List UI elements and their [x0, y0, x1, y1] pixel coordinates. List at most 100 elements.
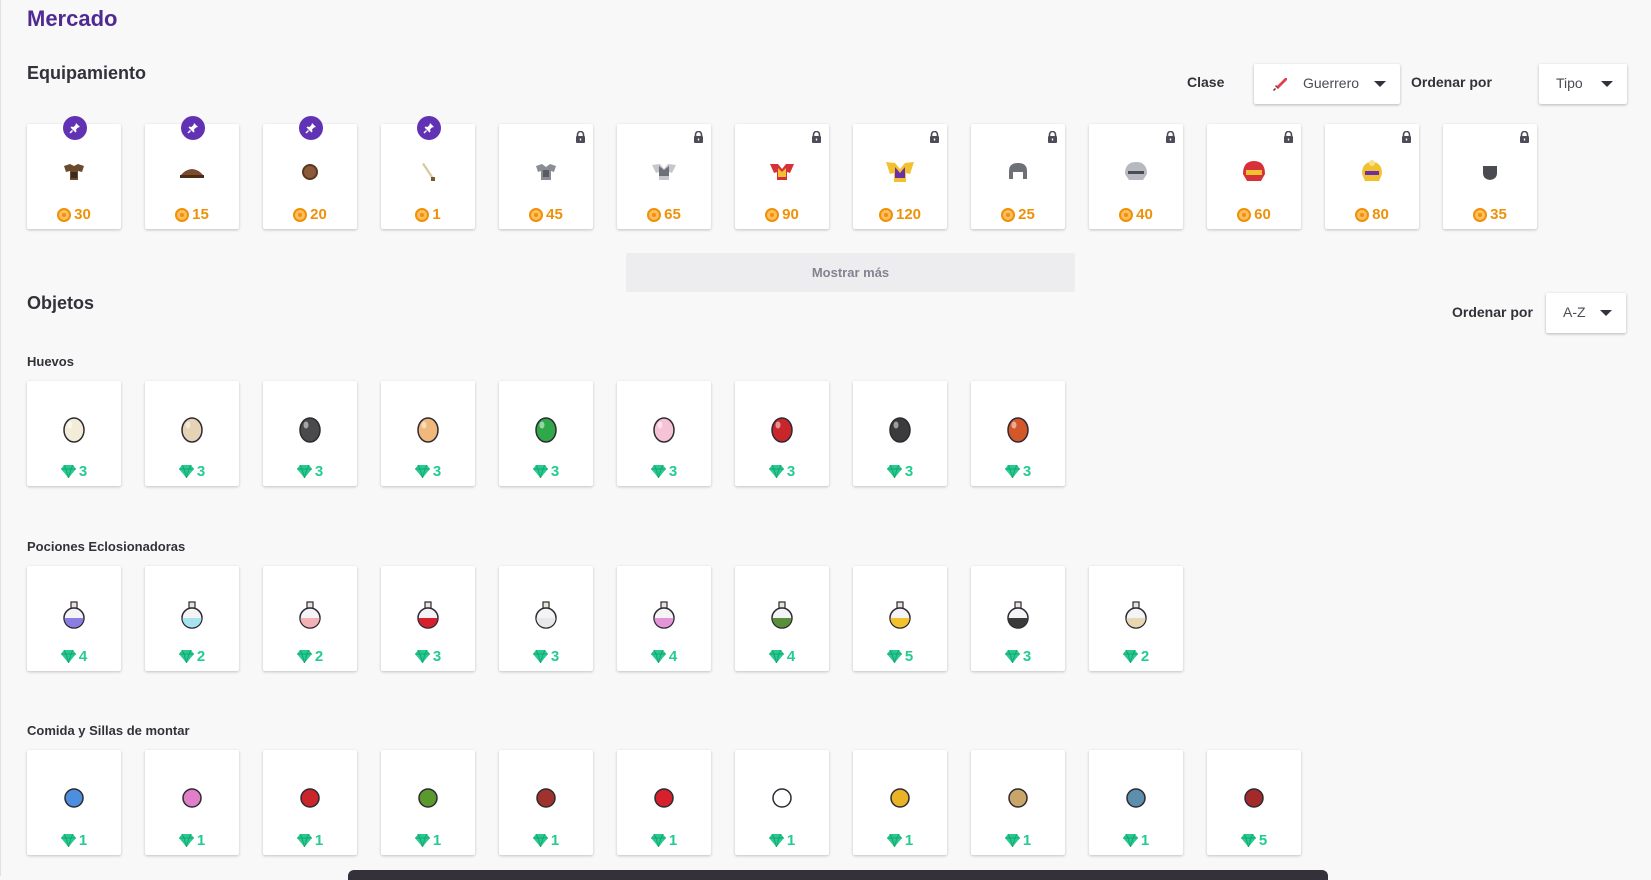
item-price-value: 2 — [314, 648, 324, 665]
equipment-sort-value: Tipo — [1556, 75, 1583, 91]
gem-icon — [414, 834, 430, 847]
shop-item-card[interactable]: 1 — [263, 750, 357, 855]
shop-item-card[interactable]: 1 — [735, 750, 829, 855]
shop-item-card[interactable]: 4 — [735, 566, 829, 671]
item-price-value: 4 — [668, 648, 678, 665]
gem-icon — [178, 465, 194, 478]
pin-icon[interactable] — [63, 116, 87, 140]
shop-item-card[interactable]: 3 — [853, 381, 947, 486]
item-price-value: 1 — [432, 832, 442, 849]
shop-item-card[interactable]: 4 — [27, 566, 121, 671]
pin-icon[interactable] — [181, 116, 205, 140]
item-price: 3 — [263, 463, 357, 480]
gem-icon — [296, 834, 312, 847]
shop-item-card[interactable]: 30 — [27, 116, 121, 229]
pin-icon[interactable] — [299, 116, 323, 140]
item-price: 1 — [381, 832, 475, 849]
gold-coin-icon — [647, 207, 662, 222]
gem-icon — [60, 465, 76, 478]
item-price: 25 — [971, 206, 1065, 223]
show-more-button[interactable]: Mostrar más — [626, 253, 1075, 292]
item-price: 1 — [853, 832, 947, 849]
shop-item-card[interactable]: 3 — [263, 381, 357, 486]
shop-item-card[interactable]: 120 — [853, 124, 947, 229]
objects-sort-dropdown[interactable]: A-Z — [1546, 293, 1626, 333]
shop-item-card[interactable]: 3 — [381, 566, 475, 671]
item-price: 2 — [145, 648, 239, 665]
potion-shade-icon — [1007, 601, 1029, 629]
shop-item-card[interactable]: 80 — [1325, 124, 1419, 229]
iron-shield-icon — [1483, 166, 1497, 180]
potion-cloud-icon — [63, 601, 85, 629]
objects-title: Objetos — [27, 293, 95, 313]
shop-item-card[interactable]: 3 — [27, 381, 121, 486]
sword-item-icon — [422, 163, 435, 181]
shop-item-card[interactable]: 25 — [971, 124, 1065, 229]
shop-item-card[interactable]: 45 — [499, 124, 593, 229]
shop-item-card[interactable]: 4 — [617, 566, 711, 671]
shop-item-card[interactable]: 65 — [617, 124, 711, 229]
egg-cotton-candy-icon — [653, 417, 675, 443]
gold-coin-icon — [1001, 207, 1016, 222]
class-dropdown[interactable]: Guerrero — [1254, 64, 1400, 104]
gold-coin-icon — [1355, 207, 1370, 222]
chain-armor-icon — [652, 164, 676, 180]
shop-item-card[interactable]: 5 — [1207, 750, 1301, 855]
shop-item-card[interactable]: 20 — [263, 116, 357, 229]
equipment-sort-dropdown[interactable]: Tipo — [1539, 64, 1627, 104]
gold-coin-icon — [1473, 207, 1488, 222]
item-price-value: 15 — [192, 206, 209, 223]
shop-item-card[interactable]: 35 — [1443, 124, 1537, 229]
item-price: 3 — [381, 463, 475, 480]
pin-icon[interactable] — [417, 116, 441, 140]
eggs-list: 3 3 3 3 3 3 3 3 3 — [27, 381, 1089, 486]
item-price: 3 — [27, 463, 121, 480]
shop-item-card[interactable]: 60 — [1207, 124, 1301, 229]
shop-item-card[interactable]: 1 — [27, 750, 121, 855]
potions-title: Pociones Eclosionadoras — [27, 539, 186, 554]
shop-item-card[interactable]: 3 — [617, 381, 711, 486]
shop-item-card[interactable]: 3 — [145, 381, 239, 486]
shop-item-card[interactable]: 1 — [617, 750, 711, 855]
shop-item-card[interactable]: 15 — [145, 116, 239, 229]
shop-item-card[interactable]: 1 — [971, 750, 1065, 855]
shop-item-card[interactable]: 5 — [853, 566, 947, 671]
shop-item-card[interactable]: 1 — [145, 750, 239, 855]
item-price-value: 30 — [74, 206, 91, 223]
shop-item-card[interactable]: 1 — [381, 116, 475, 229]
item-price-value: 65 — [664, 206, 681, 223]
potion-desert-icon — [1125, 601, 1147, 629]
gem-icon — [414, 465, 430, 478]
shop-item-card[interactable]: 3 — [971, 381, 1065, 486]
shop-item-card[interactable]: 3 — [499, 381, 593, 486]
item-price: 60 — [1207, 206, 1301, 223]
shop-item-card[interactable]: 3 — [381, 381, 475, 486]
item-price-value: 1 — [1140, 832, 1150, 849]
egg-fox-icon — [1007, 417, 1029, 443]
potato-icon — [1008, 788, 1028, 808]
egg-skeleton-icon — [299, 417, 321, 443]
shop-item-card[interactable]: 1 — [499, 750, 593, 855]
shop-item-card[interactable]: 2 — [1089, 566, 1183, 671]
item-price-value: 3 — [196, 463, 206, 480]
shop-item-card[interactable]: 2 — [263, 566, 357, 671]
shop-item-card[interactable]: 40 — [1089, 124, 1183, 229]
shop-item-card[interactable]: 90 — [735, 124, 829, 229]
honey-icon — [890, 788, 910, 808]
helmet-item-icon — [180, 169, 204, 178]
objects-sort-value: A-Z — [1563, 304, 1586, 320]
meat-icon — [300, 788, 320, 808]
gem-icon — [1004, 834, 1020, 847]
item-price-value: 1 — [78, 832, 88, 849]
gem-icon — [886, 650, 902, 663]
shop-item-card[interactable]: 1 — [381, 750, 475, 855]
item-price-value: 120 — [895, 206, 922, 223]
shop-item-card[interactable]: 3 — [735, 381, 829, 486]
shop-item-card[interactable]: 3 — [499, 566, 593, 671]
gem-icon — [1122, 650, 1138, 663]
shop-item-card[interactable]: 2 — [145, 566, 239, 671]
shop-item-card[interactable]: 1 — [1089, 750, 1183, 855]
item-price-value: 60 — [1254, 206, 1271, 223]
shop-item-card[interactable]: 1 — [853, 750, 947, 855]
shop-item-card[interactable]: 3 — [971, 566, 1065, 671]
